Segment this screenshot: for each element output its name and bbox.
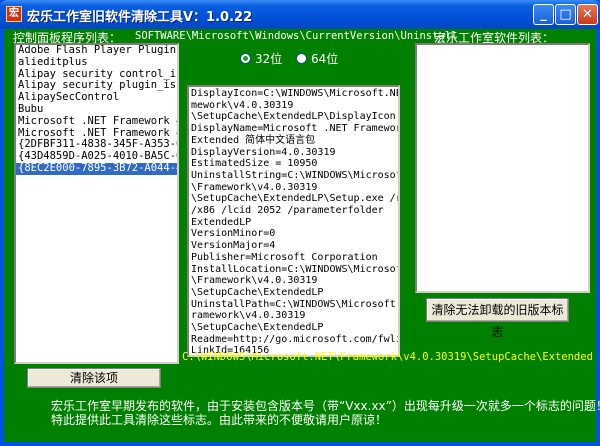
radio-32bit[interactable]: 32位 xyxy=(240,50,282,67)
details-line: EstimatedSize = 10950 xyxy=(191,158,318,170)
details-line: DisplayName=Microsoft .NET Framework 4 xyxy=(191,123,400,135)
radio-64bit-label: 64位 xyxy=(311,52,339,66)
studio-listbox[interactable] xyxy=(415,43,590,293)
details-line: UninstallPath=C:\WINDOWS\Microsoft.NET\F xyxy=(191,298,400,310)
uninstall-path: C:\WINDOWS\Microsoft.NET\Framework\v4.0.… xyxy=(182,351,592,363)
list-item[interactable]: {8EC2E000-7895-3B72-A044-42F0C xyxy=(16,162,177,175)
minimize-button[interactable]: _ xyxy=(533,4,554,25)
details-line: \SetupCache\ExtendedLP xyxy=(191,322,324,334)
radio-64bit[interactable]: 64位 xyxy=(296,50,338,67)
program-listbox[interactable]: Adobe Flash Player Plugin alieditplus Alip… xyxy=(14,43,179,364)
app-window: 宏 宏乐工作室旧软件清除工具V：1.0.22 _ □ ✕ 控制面板程序列表： S… xyxy=(0,0,600,446)
registry-path: SOFTWARE\Microsoft\Windows\CurrentVersio… xyxy=(135,30,458,42)
close-button[interactable]: ✕ xyxy=(577,4,598,25)
details-line: ExtendedLP xyxy=(191,216,252,228)
client-area: 控制面板程序列表： SOFTWARE\Microsoft\Windows\Cur… xyxy=(4,29,600,442)
title-bar[interactable]: 宏 宏乐工作室旧软件清除工具V：1.0.22 _ □ ✕ xyxy=(0,0,600,29)
details-line: \SetupCache\ExtendedLP\Setup.exe /repair xyxy=(191,193,398,205)
details-line: mework\v4.0.30319 xyxy=(191,99,294,111)
details-line: Publisher=Microsoft Corporation xyxy=(191,251,378,263)
details-line: \Framework\v4.0.30319 xyxy=(191,275,318,287)
details-line: /x86 /lcid 2052 /parameterfolder xyxy=(191,205,384,217)
details-line: Extended 简体中文语言包 xyxy=(191,134,316,146)
window-title: 宏乐工作室旧软件清除工具V：1.0.22 xyxy=(27,10,253,25)
details-line: \SetupCache\ExtendedLP xyxy=(191,286,324,298)
maximize-button[interactable]: □ xyxy=(555,4,576,25)
details-line: UninstallString=C:\WINDOWS\Microsoft.NET xyxy=(191,169,400,181)
details-line: ramework\v4.0.30319 xyxy=(191,310,306,322)
radio-32bit-indicator[interactable] xyxy=(240,53,251,64)
details-line: \Framework\v4.0.30319 xyxy=(191,181,318,193)
radio-32bit-label: 32位 xyxy=(255,52,283,66)
list-item[interactable]: Microsoft .NET Framework 4 Cli xyxy=(16,115,177,128)
list-item[interactable]: Bubu xyxy=(16,103,177,116)
clear-old-versions-button[interactable]: 清除无法卸载的旧版本标志 xyxy=(426,298,569,339)
list-item[interactable]: alieditplus xyxy=(16,56,177,69)
details-line: Readme=http://go.microsoft.com/fwlink/? xyxy=(191,333,398,345)
notice-line-2: 特此提供此工具清除这些标志。由此带来的不便敬请用户原谅！ xyxy=(51,413,388,427)
details-line: \SetupCache\ExtendedLP\DisplayIcon.ico xyxy=(191,111,400,123)
details-line: InstallLocation=C:\WINDOWS\Microsoft.NET xyxy=(191,263,400,275)
details-line: VersionMajor=4 xyxy=(191,240,276,252)
details-line: DisplayIcon=C:\WINDOWS\Microsoft.NET\Fra xyxy=(191,88,400,99)
notice-line-1: 宏乐工作室早期发布的软件，由于安装包含版本号（带“Vxx.xx”）出现每升级一次… xyxy=(51,399,600,413)
details-line: VersionMinor=0 xyxy=(191,228,276,240)
clear-item-button[interactable]: 清除该项 xyxy=(27,368,161,388)
radio-64bit-indicator[interactable] xyxy=(296,53,307,64)
details-textbox[interactable]: DisplayIcon=C:\WINDOWS\Microsoft.NET\Fra… xyxy=(187,85,400,357)
app-icon: 宏 xyxy=(6,6,22,22)
details-line: DisplayVersion=4.0.30319 xyxy=(191,146,336,158)
